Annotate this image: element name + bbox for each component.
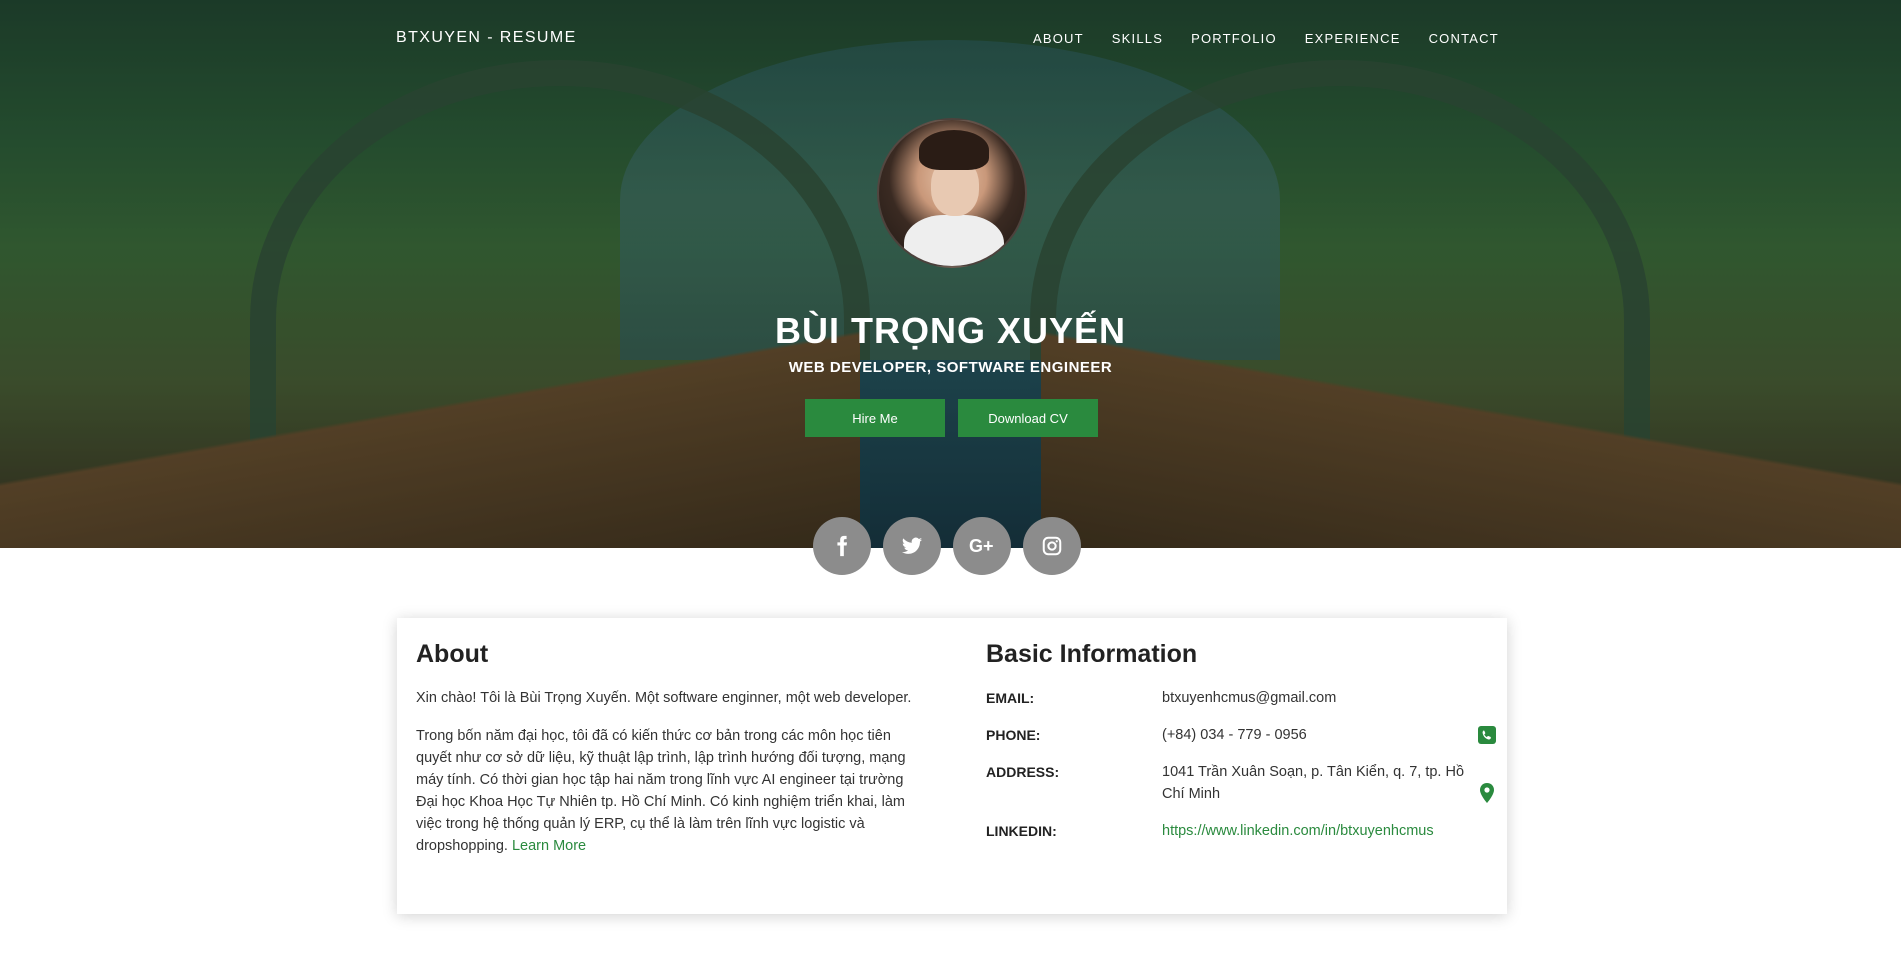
about-section: About Xin chào! Tôi là Bùi Trọng Xuyến. …: [416, 640, 916, 873]
nav-portfolio[interactable]: PORTFOLIO: [1191, 31, 1277, 46]
profile-title: WEB DEVELOPER, SOFTWARE ENGINEER: [788, 359, 1113, 376]
linkedin-link[interactable]: https://www.linkedin.com/in/btxuyenhcmus: [1162, 820, 1472, 842]
email-label: EMAIL:: [986, 690, 1035, 706]
map-marker-icon: [1478, 783, 1496, 803]
email-row: EMAIL: btxuyenhcmus@gmail.com: [986, 687, 1496, 709]
address-label: ADDRESS:: [986, 764, 1060, 780]
brand-logo[interactable]: BTXUYEN - RESUME: [396, 29, 577, 47]
address-value: 1041 Trần Xuân Soạn, p. Tân Kiển, q. 7, …: [1162, 764, 1465, 802]
instagram-icon[interactable]: [1023, 517, 1081, 575]
nav-about[interactable]: ABOUT: [1033, 31, 1084, 46]
hero-section: BTXUYEN - RESUME ABOUT SKILLS PORTFOLIO …: [0, 0, 1901, 548]
info-card: About Xin chào! Tôi là Bùi Trọng Xuyến. …: [397, 618, 1507, 914]
about-heading: About: [416, 640, 489, 668]
linkedin-row: LINKEDIN: https://www.linkedin.com/in/bt…: [986, 820, 1496, 842]
google-plus-icon[interactable]: G+: [953, 517, 1011, 575]
basic-info-section: Basic Information EMAIL: btxuyenhcmus@gm…: [986, 640, 1496, 857]
avatar-body: [904, 215, 1004, 266]
avatar-hair: [919, 130, 989, 170]
hero-overlay: [0, 0, 1901, 548]
profile-name: BÙI TRỌNG XUYẾN: [774, 310, 1127, 351]
phone-row: PHONE: (+84) 034 - 779 - 0956: [986, 724, 1496, 746]
address-row: ADDRESS: 1041 Trần Xuân Soạn, p. Tân Kiể…: [986, 761, 1496, 805]
basic-info-heading: Basic Information: [986, 640, 1198, 668]
phone-label: PHONE:: [986, 727, 1041, 743]
email-value: btxuyenhcmus@gmail.com: [1162, 690, 1337, 706]
download-cv-button[interactable]: Download CV: [958, 399, 1098, 437]
nav-skills[interactable]: SKILLS: [1112, 31, 1163, 46]
phone-icon: [1478, 726, 1496, 744]
hire-me-button[interactable]: Hire Me: [805, 399, 945, 437]
nav-contact[interactable]: CONTACT: [1429, 31, 1499, 46]
avatar: [877, 118, 1027, 268]
navbar: BTXUYEN - RESUME ABOUT SKILLS PORTFOLIO …: [0, 0, 1901, 76]
twitter-icon[interactable]: [883, 517, 941, 575]
about-details-text: Trong bốn năm đại học, tôi đã có kiến th…: [416, 728, 906, 854]
facebook-icon[interactable]: [813, 517, 871, 575]
linkedin-label: LINKEDIN:: [986, 823, 1057, 839]
main-nav: ABOUT SKILLS PORTFOLIO EXPERIENCE CONTAC…: [1033, 31, 1527, 46]
svg-text:G+: G+: [969, 536, 994, 556]
nav-experience[interactable]: EXPERIENCE: [1305, 31, 1401, 46]
learn-more-link[interactable]: Learn More: [512, 838, 586, 854]
social-links: G+: [813, 517, 1081, 575]
phone-value: (+84) 034 - 779 - 0956: [1162, 727, 1307, 743]
about-intro: Xin chào! Tôi là Bùi Trọng Xuyến. Một so…: [416, 690, 912, 706]
about-details: Trong bốn năm đại học, tôi đã có kiến th…: [416, 725, 916, 857]
